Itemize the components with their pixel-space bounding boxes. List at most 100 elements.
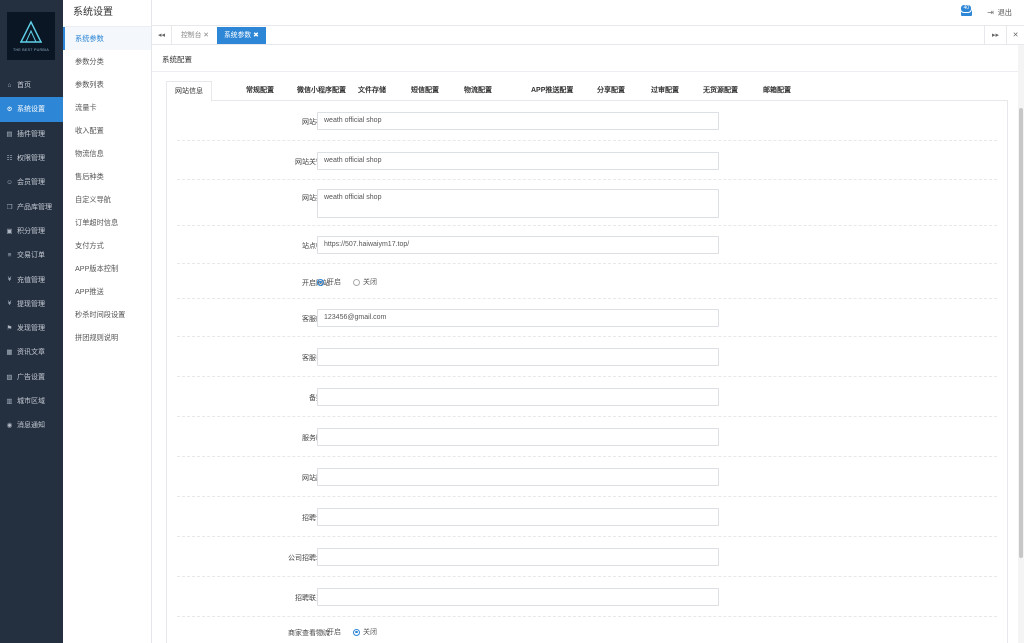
radio-label[interactable]: 关闭 xyxy=(363,627,377,637)
nav-item[interactable]: ≡ 交易订单 xyxy=(0,243,63,267)
sub-sidebar-item[interactable]: 订单超时信息 xyxy=(63,211,151,234)
tabs-scroll-left-button[interactable]: ◂◂ xyxy=(152,26,172,45)
text-input[interactable]: https://507.haiwaiym17.top/ xyxy=(317,236,719,254)
main-nav: THE BEST PURBIA ⌂ 首页 ⚙ 系统设置 ▤ 插件管理 ☷ 权限管理 ☺ 会员管理 ❒… xyxy=(0,0,63,643)
nav-item[interactable]: ◉ 消息通知 xyxy=(0,413,63,437)
config-tab[interactable]: 物流配置 xyxy=(464,81,492,101)
form-row: 备案号: xyxy=(177,377,997,417)
text-input[interactable] xyxy=(317,508,719,526)
nav-item[interactable]: ⌂ 首页 xyxy=(0,73,63,97)
nav-item[interactable]: ⚑ 发现管理 xyxy=(0,316,63,340)
sub-sidebar-item[interactable]: 售后种类 xyxy=(63,165,151,188)
radio-label[interactable]: 开启 xyxy=(327,627,341,637)
scrollbar-track[interactable] xyxy=(1018,45,1024,643)
nav-item[interactable]: ⚙ 系统设置 xyxy=(0,97,63,122)
sub-sidebar-item[interactable]: 拼团规则说明 xyxy=(63,326,151,349)
radio-button[interactable] xyxy=(353,278,360,286)
form-row: 网站标题:weath official shop xyxy=(177,101,997,141)
config-tab[interactable]: 短信配置 xyxy=(411,81,439,101)
sub-sidebar-item[interactable]: 收入配置 xyxy=(63,119,151,142)
config-tab[interactable]: 文件存储 xyxy=(358,81,386,101)
text-input[interactable] xyxy=(317,348,719,366)
textarea-field[interactable]: weath official shop xyxy=(317,189,719,218)
nav-item[interactable]: ▦ 资讯文章 xyxy=(0,340,63,364)
form-row: 网站关键字: weath official shop xyxy=(177,141,997,180)
sub-sidebar-item[interactable]: APP版本控制 xyxy=(63,257,151,280)
text-input[interactable]: weath official shop xyxy=(317,152,719,170)
nav-item[interactable]: ☷ 权限管理 xyxy=(0,146,63,170)
radio-button[interactable] xyxy=(317,628,324,636)
form-row: 服务时间: xyxy=(177,417,997,457)
home-icon: ⌂ xyxy=(7,81,12,89)
nav-item[interactable]: ▥ 城市区域 xyxy=(0,389,63,413)
logout-icon[interactable]: ⇥ xyxy=(987,8,994,17)
page-tabs-bar: ◂◂ 控制台 ✕ 系统参数 ✖ ▸▸ ✕ xyxy=(152,26,1024,45)
logout-link[interactable]: 退出 xyxy=(998,8,1012,18)
nav-item-label: 广告设置 xyxy=(17,373,45,381)
config-tab[interactable]: 邮箱配置 xyxy=(763,81,791,101)
sub-sidebar-item[interactable]: 系统参数 xyxy=(63,27,151,50)
radio-button[interactable] xyxy=(317,278,324,286)
sub-sidebar-item[interactable]: 参数列表 xyxy=(63,73,151,96)
config-tab[interactable]: 分享配置 xyxy=(597,81,625,101)
nav-item-label: 交易订单 xyxy=(17,252,45,260)
nav-item[interactable]: ▤ 插件管理 xyxy=(0,122,63,146)
scrollbar-thumb[interactable] xyxy=(1019,108,1023,558)
text-input[interactable] xyxy=(317,548,719,566)
tabs-scroll-right-button[interactable]: ▸▸ xyxy=(984,26,1006,45)
nav-item[interactable]: ¥ 充值管理 xyxy=(0,267,63,291)
config-tab[interactable]: 微信小程序配置 xyxy=(297,81,346,101)
config-tab[interactable]: 常规配置 xyxy=(246,81,274,101)
nav-list: ⌂ 首页 ⚙ 系统设置 ▤ 插件管理 ☷ 权限管理 ☺ 会员管理 ❒ 产品库管理 ▣ 积分管理 ≡ 交易订单 ¥… xyxy=(0,73,63,437)
text-input[interactable] xyxy=(317,468,719,486)
form-row: 客服邮箱:123456@gmail.com xyxy=(177,299,997,337)
nav-item[interactable]: ☺ 会员管理 xyxy=(0,170,63,194)
cube-icon: ❒ xyxy=(6,203,13,211)
sub-sidebar-item[interactable]: 物流信息 xyxy=(63,142,151,165)
text-input[interactable]: 123456@gmail.com xyxy=(317,309,719,327)
logo-mark-icon xyxy=(19,20,43,43)
config-tab[interactable]: APP推送配置 xyxy=(531,81,573,101)
image-icon: ▨ xyxy=(6,373,13,381)
nav-item-label: 首页 xyxy=(17,82,31,90)
sub-sidebar-item[interactable]: APP推送 xyxy=(63,280,151,303)
plugin-icon: ▤ xyxy=(6,130,13,138)
users-icon: ☺ xyxy=(6,178,13,186)
sub-sidebar-item[interactable]: 秒杀时间段设置 xyxy=(63,303,151,326)
radio-button[interactable] xyxy=(353,628,360,636)
sub-sidebar-item[interactable]: 流量卡 xyxy=(63,96,151,119)
text-input[interactable] xyxy=(317,428,719,446)
logo[interactable]: THE BEST PURBIA xyxy=(7,12,55,60)
nav-item-label: 提现管理 xyxy=(17,300,45,308)
top-bar: 40 ⇥ 退出 xyxy=(152,0,1024,26)
form-row: 网站描述:weath official shop xyxy=(177,180,997,226)
radio-group: 开启 关闭 xyxy=(317,277,377,287)
radio-label[interactable]: 关闭 xyxy=(363,277,377,287)
radio-group: 开启 关闭 xyxy=(317,627,377,637)
config-form: 网站标题:weath official shop网站关键字:weath offi… xyxy=(166,101,1008,643)
sub-sidebar-item[interactable]: 自定义导航 xyxy=(63,188,151,211)
config-tab[interactable]: 过审配置 xyxy=(651,81,679,101)
config-tab[interactable]: 无货源配置 xyxy=(703,81,738,101)
panel-title: 系统配置 xyxy=(162,55,192,64)
tab-system-params[interactable]: 系统参数 ✖ xyxy=(217,27,266,44)
nav-item[interactable]: ▨ 广告设置 xyxy=(0,365,63,389)
nav-item[interactable]: ❒ 产品库管理 xyxy=(0,194,63,218)
form-row: 商家查看物流: 开启 关闭 xyxy=(177,617,997,643)
nav-item[interactable]: ¥ 提现管理 xyxy=(0,292,63,316)
tabs-close-button[interactable]: ✕ xyxy=(1006,26,1024,45)
text-input[interactable] xyxy=(317,588,719,606)
sub-sidebar-item[interactable]: 参数分类 xyxy=(63,50,151,73)
text-input[interactable] xyxy=(317,388,719,406)
order-icon: ≡ xyxy=(7,251,12,259)
text-input[interactable]: weath official shop xyxy=(317,112,719,130)
radio-label[interactable]: 开启 xyxy=(327,277,341,287)
sub-sidebar-item[interactable]: 支付方式 xyxy=(63,234,151,257)
tab-dashboard[interactable]: 控制台 ✕ xyxy=(174,27,216,44)
nav-item-label: 发现管理 xyxy=(17,325,45,333)
config-tab[interactable]: 网站信息 xyxy=(166,81,212,102)
nav-item[interactable]: ▣ 积分管理 xyxy=(0,219,63,243)
yen-withdraw-icon: ¥ xyxy=(7,300,12,308)
nav-item-label: 资讯文章 xyxy=(17,349,45,357)
nav-item-label: 产品库管理 xyxy=(17,203,52,211)
